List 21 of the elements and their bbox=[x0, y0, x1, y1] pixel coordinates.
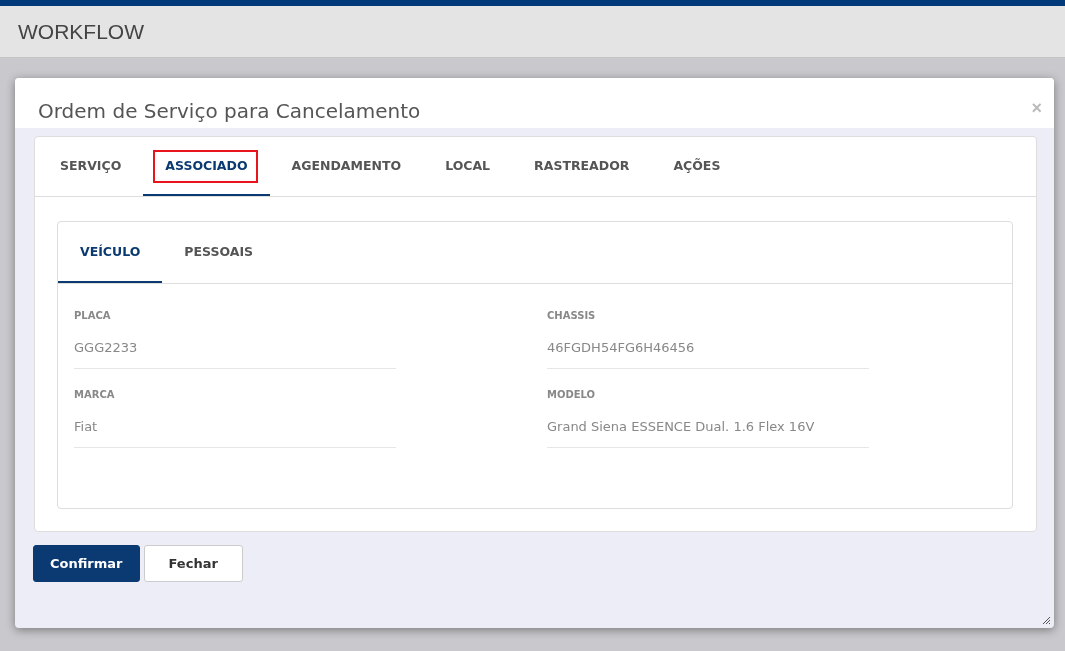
field-label: MODELO bbox=[547, 389, 597, 402]
field-label: PLACA bbox=[74, 310, 112, 323]
modal-title: Ordem de Serviço para Cancelamento bbox=[38, 99, 421, 123]
tab[interactable]: AÇÕES bbox=[651, 137, 743, 196]
page-title: WORKFLOW bbox=[18, 19, 144, 44]
field-label: CHASSIS bbox=[547, 310, 597, 323]
field-value: Fiat bbox=[74, 419, 396, 448]
field-value: 46FGDH54FG6H46456 bbox=[547, 340, 869, 369]
tab[interactable]: SERVIÇO bbox=[38, 137, 144, 196]
field-value: GGG2233 bbox=[74, 340, 396, 369]
resize-grip-icon[interactable] bbox=[1042, 616, 1051, 625]
tab[interactable]: AGENDAMENTO bbox=[269, 137, 424, 196]
close-button[interactable]: Fechar bbox=[143, 545, 243, 582]
sub-tab[interactable]: PESSOAIS bbox=[162, 222, 276, 283]
sub-tab[interactable]: VEÍCULO bbox=[58, 222, 163, 283]
tab[interactable]: LOCAL bbox=[423, 137, 513, 196]
tab[interactable]: RASTREADOR bbox=[512, 137, 652, 196]
field-value: Grand Siena ESSENCE Dual. 1.6 Flex 16V bbox=[547, 419, 869, 448]
confirm-button[interactable]: Confirmar bbox=[33, 545, 140, 582]
tab[interactable]: ASSOCIADO bbox=[143, 137, 270, 196]
field-label: MARCA bbox=[74, 389, 116, 402]
